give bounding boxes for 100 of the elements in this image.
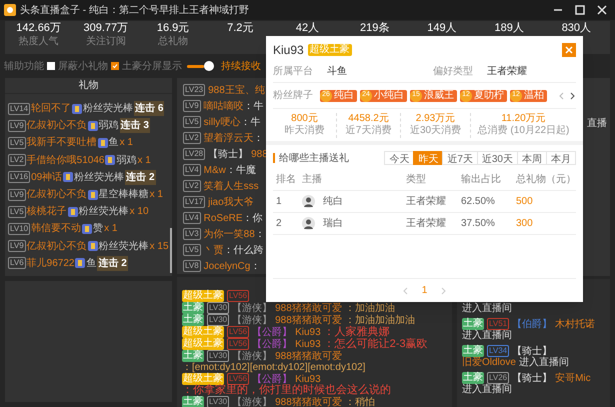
accent-bar [273, 153, 275, 163]
level-badge: LV30 [207, 350, 230, 362]
user-name: Kiu93 [295, 326, 321, 338]
gift-count: x 10 [130, 205, 149, 220]
period-tab[interactable]: 近7天 [442, 151, 478, 165]
stat-value: 142.66万 [16, 23, 61, 34]
field-value: 斗鱼 [327, 64, 347, 79]
tier-badge: 土豪 [462, 318, 484, 330]
period-tab[interactable]: 近30天 [476, 151, 518, 165]
gift-count: x 1 [104, 222, 118, 236]
level-badge: LV14 [8, 102, 30, 115]
level-badge: LV17 [183, 196, 206, 208]
tier-badge: 超级土豪 [182, 338, 224, 350]
gift-icon [72, 104, 82, 114]
level-badge: LV10 [8, 222, 30, 235]
level-badge: LV34 [487, 345, 510, 357]
chat-message: ：加油加油 [344, 302, 395, 314]
checkbox[interactable] [47, 62, 55, 70]
chat-message: ：人家雅典娜 [324, 326, 390, 338]
user-name: 木村托诺 [555, 318, 596, 330]
user-name: 嘀咕嘀咬 [204, 100, 244, 114]
level-badge: LV30 [207, 396, 230, 407]
chat-message: ：你拿家里的，你打里的时候也会这么说的 [182, 385, 391, 396]
entry-message: 进入直播间 [462, 330, 512, 341]
stat-label: 关注订阅 [86, 36, 126, 47]
gift-count: 连击 6 [134, 101, 164, 116]
gift-count: x 1 [120, 136, 133, 150]
dialog-title: Kiu93 [273, 42, 304, 59]
level-badge: LV2 [183, 132, 201, 144]
gift-name: 粉丝荧光棒 [74, 170, 124, 185]
user-title: 【游侠】 [232, 314, 272, 326]
checkbox[interactable] [111, 62, 119, 70]
gift-icon [88, 190, 98, 200]
option-label: 辅助功能 [4, 60, 44, 74]
user-title: 【公爵】 [252, 326, 292, 338]
spend-label: 总消费 (10月22日起) [478, 125, 570, 138]
chevron-right-icon [570, 92, 576, 100]
user-title: 【公爵】 [252, 374, 292, 384]
user-name: 988猪猪敢可爱 [275, 314, 342, 326]
gift-count: x 15 [150, 240, 169, 254]
stat-label: 总礼物 [158, 36, 188, 47]
period-tab[interactable]: 本周 [517, 151, 547, 165]
user-name: RoSeRE [204, 212, 243, 226]
user-name: jiao我大爷 [208, 196, 254, 210]
stat-value: 149人 [427, 23, 457, 34]
gift-name: 粉丝荧光棒 [78, 204, 129, 220]
chat-message: ：怎么可能让2-3赢欧 [324, 338, 428, 350]
period-tab[interactable]: 本月 [546, 151, 576, 165]
column-header: 主播 [302, 172, 323, 187]
gift-icon [75, 258, 86, 268]
user-name: 988王宝、纯 [208, 84, 265, 98]
gift-count: 连击 2 [125, 170, 156, 185]
fan-badge-name: 浪威王 [424, 90, 454, 100]
chat-message: ：牛 [240, 116, 260, 130]
scrollbar[interactable] [170, 228, 172, 273]
level-badge: LV9 [8, 120, 26, 132]
user-name: JocelynCg [204, 260, 250, 274]
stat-label: 热度人气 [18, 36, 59, 47]
chat-message: ：牛 [244, 100, 264, 114]
user-title: 【游侠】 [232, 302, 272, 314]
user-name: 菲儿96722 [26, 256, 74, 271]
column-header: 输出占比 [461, 172, 502, 187]
tier-badge: 土豪 [182, 314, 204, 326]
user-title: 【骑士】 [512, 346, 552, 356]
fan-badge-name: 温柏 [524, 90, 544, 100]
maximize-icon [575, 5, 585, 15]
gift-name: 鱼 [108, 136, 119, 150]
gift-count: x 1 [137, 154, 151, 168]
gift-count: 连击 3 [120, 118, 150, 134]
slider-thumb[interactable] [204, 61, 214, 71]
chat-message: ：[emot:dy102][emot:dy102][emot:dy102] [182, 362, 366, 373]
column-header: 类型 [406, 172, 427, 187]
fan-badge-name: 夏叻柠 [474, 90, 504, 100]
chat-message: ： [254, 228, 265, 242]
level-badge: LV3 [183, 228, 201, 240]
spend-label: 近7天消费 [346, 125, 392, 138]
close-icon [565, 46, 573, 54]
check-icon [112, 63, 118, 69]
level-badge: LV56 [227, 373, 250, 385]
level-badge: LV28 [183, 148, 206, 160]
period-tab[interactable]: 今天 [384, 151, 414, 165]
stat-value: 42人 [296, 23, 320, 34]
user-name: 丶贾 [204, 244, 224, 258]
chat-message: ：你 [242, 212, 263, 226]
gift-name: 弱鸡 [98, 119, 119, 134]
entry-message: 进入直播间 [462, 303, 512, 314]
user-name: silly哽心 [204, 116, 240, 130]
chat-message: ： [250, 260, 260, 274]
stat-value: 16.9元 [156, 23, 190, 34]
level-badge: LV5 [8, 206, 26, 218]
gift-name: 鱼 [86, 256, 96, 271]
level-badge: LV4 [183, 212, 201, 224]
column-header: 总礼物（元） [516, 172, 576, 187]
checkbox-label: 屏蔽小礼物 [58, 60, 108, 74]
stat-value: 830人 [562, 23, 592, 34]
tier-badge: 超级土豪 [308, 44, 352, 56]
level-badge: LV8 [183, 260, 201, 272]
tier-badge: 超级土豪 [182, 290, 224, 302]
avatar-icon [302, 217, 315, 230]
user-name: 988猪猪敢可爱 [275, 396, 342, 407]
